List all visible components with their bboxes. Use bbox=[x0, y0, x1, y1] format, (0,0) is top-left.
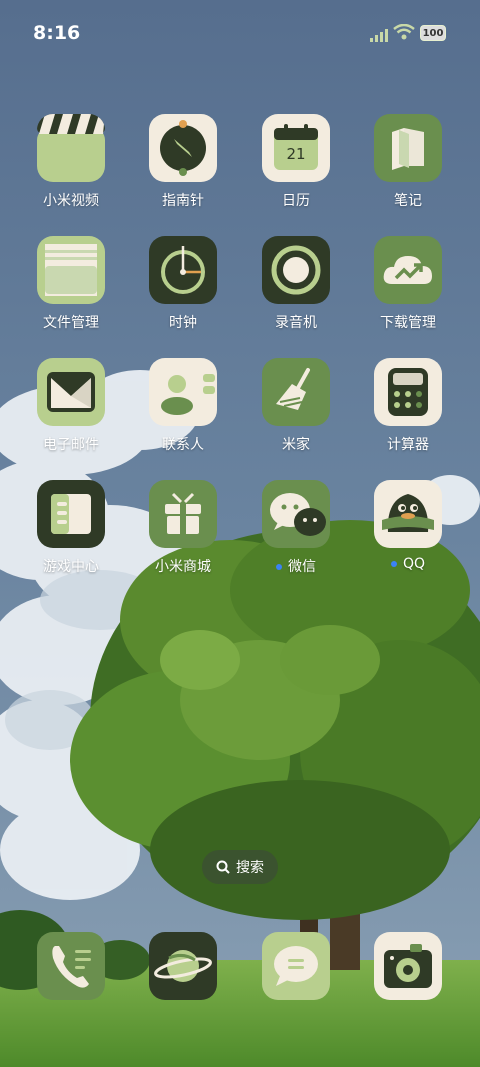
app-label: 米家 bbox=[282, 437, 310, 453]
app-clock[interactable]: 时钟 bbox=[133, 236, 233, 332]
search-button[interactable]: 搜索 bbox=[202, 850, 278, 884]
dock-messages[interactable] bbox=[246, 932, 346, 1000]
app-label: 计算器 bbox=[387, 437, 429, 453]
app-label: 小米视频 bbox=[43, 193, 99, 209]
messages-icon bbox=[262, 932, 330, 1000]
mail-icon bbox=[37, 358, 105, 426]
new-badge bbox=[276, 564, 282, 570]
app-label: 指南针 bbox=[162, 193, 204, 209]
app-file-manager[interactable]: 文件管理 bbox=[21, 236, 121, 332]
battery-indicator: 100 bbox=[420, 25, 446, 41]
app-label: 日历 bbox=[282, 193, 310, 209]
app-label: 联系人 bbox=[162, 437, 204, 453]
app-mi-store[interactable]: 小米商城 bbox=[133, 480, 233, 576]
app-label: 笔记 bbox=[394, 193, 422, 209]
search-label: 搜索 bbox=[236, 860, 264, 876]
book-icon bbox=[37, 480, 105, 548]
status-time: 8:16 bbox=[33, 22, 81, 44]
clock-icon bbox=[149, 236, 217, 304]
wifi-icon bbox=[393, 24, 415, 40]
app-recorder[interactable]: 录音机 bbox=[246, 236, 346, 332]
app-wechat[interactable]: 微信 bbox=[246, 480, 346, 576]
app-label: QQ bbox=[358, 556, 458, 572]
app-mijia[interactable]: 米家 bbox=[246, 358, 346, 454]
status-bar: 8:16 100 bbox=[0, 0, 480, 70]
app-game-center[interactable]: 游戏中心 bbox=[21, 480, 121, 576]
new-badge bbox=[390, 561, 397, 567]
contacts-icon bbox=[149, 358, 217, 426]
dock-phone[interactable] bbox=[21, 932, 121, 1000]
qq-penguin-icon bbox=[374, 480, 442, 548]
phone-icon bbox=[37, 932, 105, 1000]
app-contacts[interactable]: 联系人 bbox=[133, 358, 233, 454]
calendar-icon: 21 bbox=[262, 114, 330, 182]
download-cloud-icon bbox=[374, 236, 442, 304]
browser-planet-icon bbox=[149, 932, 217, 1000]
calendar-date: 21 bbox=[286, 145, 306, 163]
app-label: 微信 bbox=[246, 556, 346, 576]
app-label: 电子邮件 bbox=[43, 437, 99, 453]
recorder-icon bbox=[262, 236, 330, 304]
app-compass[interactable]: 指南针 bbox=[133, 114, 233, 210]
wechat-icon bbox=[262, 480, 330, 548]
app-label: 游戏中心 bbox=[43, 559, 99, 575]
app-mi-video[interactable]: 小米视频 bbox=[21, 114, 121, 210]
app-calendar[interactable]: 21 日历 bbox=[246, 114, 346, 210]
app-download-manager[interactable]: 下载管理 bbox=[358, 236, 458, 332]
camera-icon bbox=[374, 932, 442, 1000]
app-label: 文件管理 bbox=[43, 315, 99, 331]
app-label: 小米商城 bbox=[155, 559, 211, 575]
app-qq[interactable]: QQ bbox=[358, 480, 458, 572]
dock-camera[interactable] bbox=[358, 932, 458, 1000]
folder-icon bbox=[37, 236, 105, 304]
compass-icon bbox=[149, 114, 217, 182]
app-label: 录音机 bbox=[275, 315, 317, 331]
broom-icon bbox=[262, 358, 330, 426]
gift-icon bbox=[149, 480, 217, 548]
notes-icon bbox=[374, 114, 442, 182]
dock-browser[interactable] bbox=[133, 932, 233, 1000]
video-icon bbox=[37, 114, 105, 182]
app-label: 时钟 bbox=[169, 315, 197, 331]
calculator-icon bbox=[374, 358, 442, 426]
app-notes[interactable]: 笔记 bbox=[358, 114, 458, 210]
app-label: 下载管理 bbox=[380, 315, 436, 331]
search-icon bbox=[216, 860, 230, 874]
app-calculator[interactable]: 计算器 bbox=[358, 358, 458, 454]
cellular-signal-icon bbox=[370, 29, 388, 42]
app-email[interactable]: 电子邮件 bbox=[21, 358, 121, 454]
